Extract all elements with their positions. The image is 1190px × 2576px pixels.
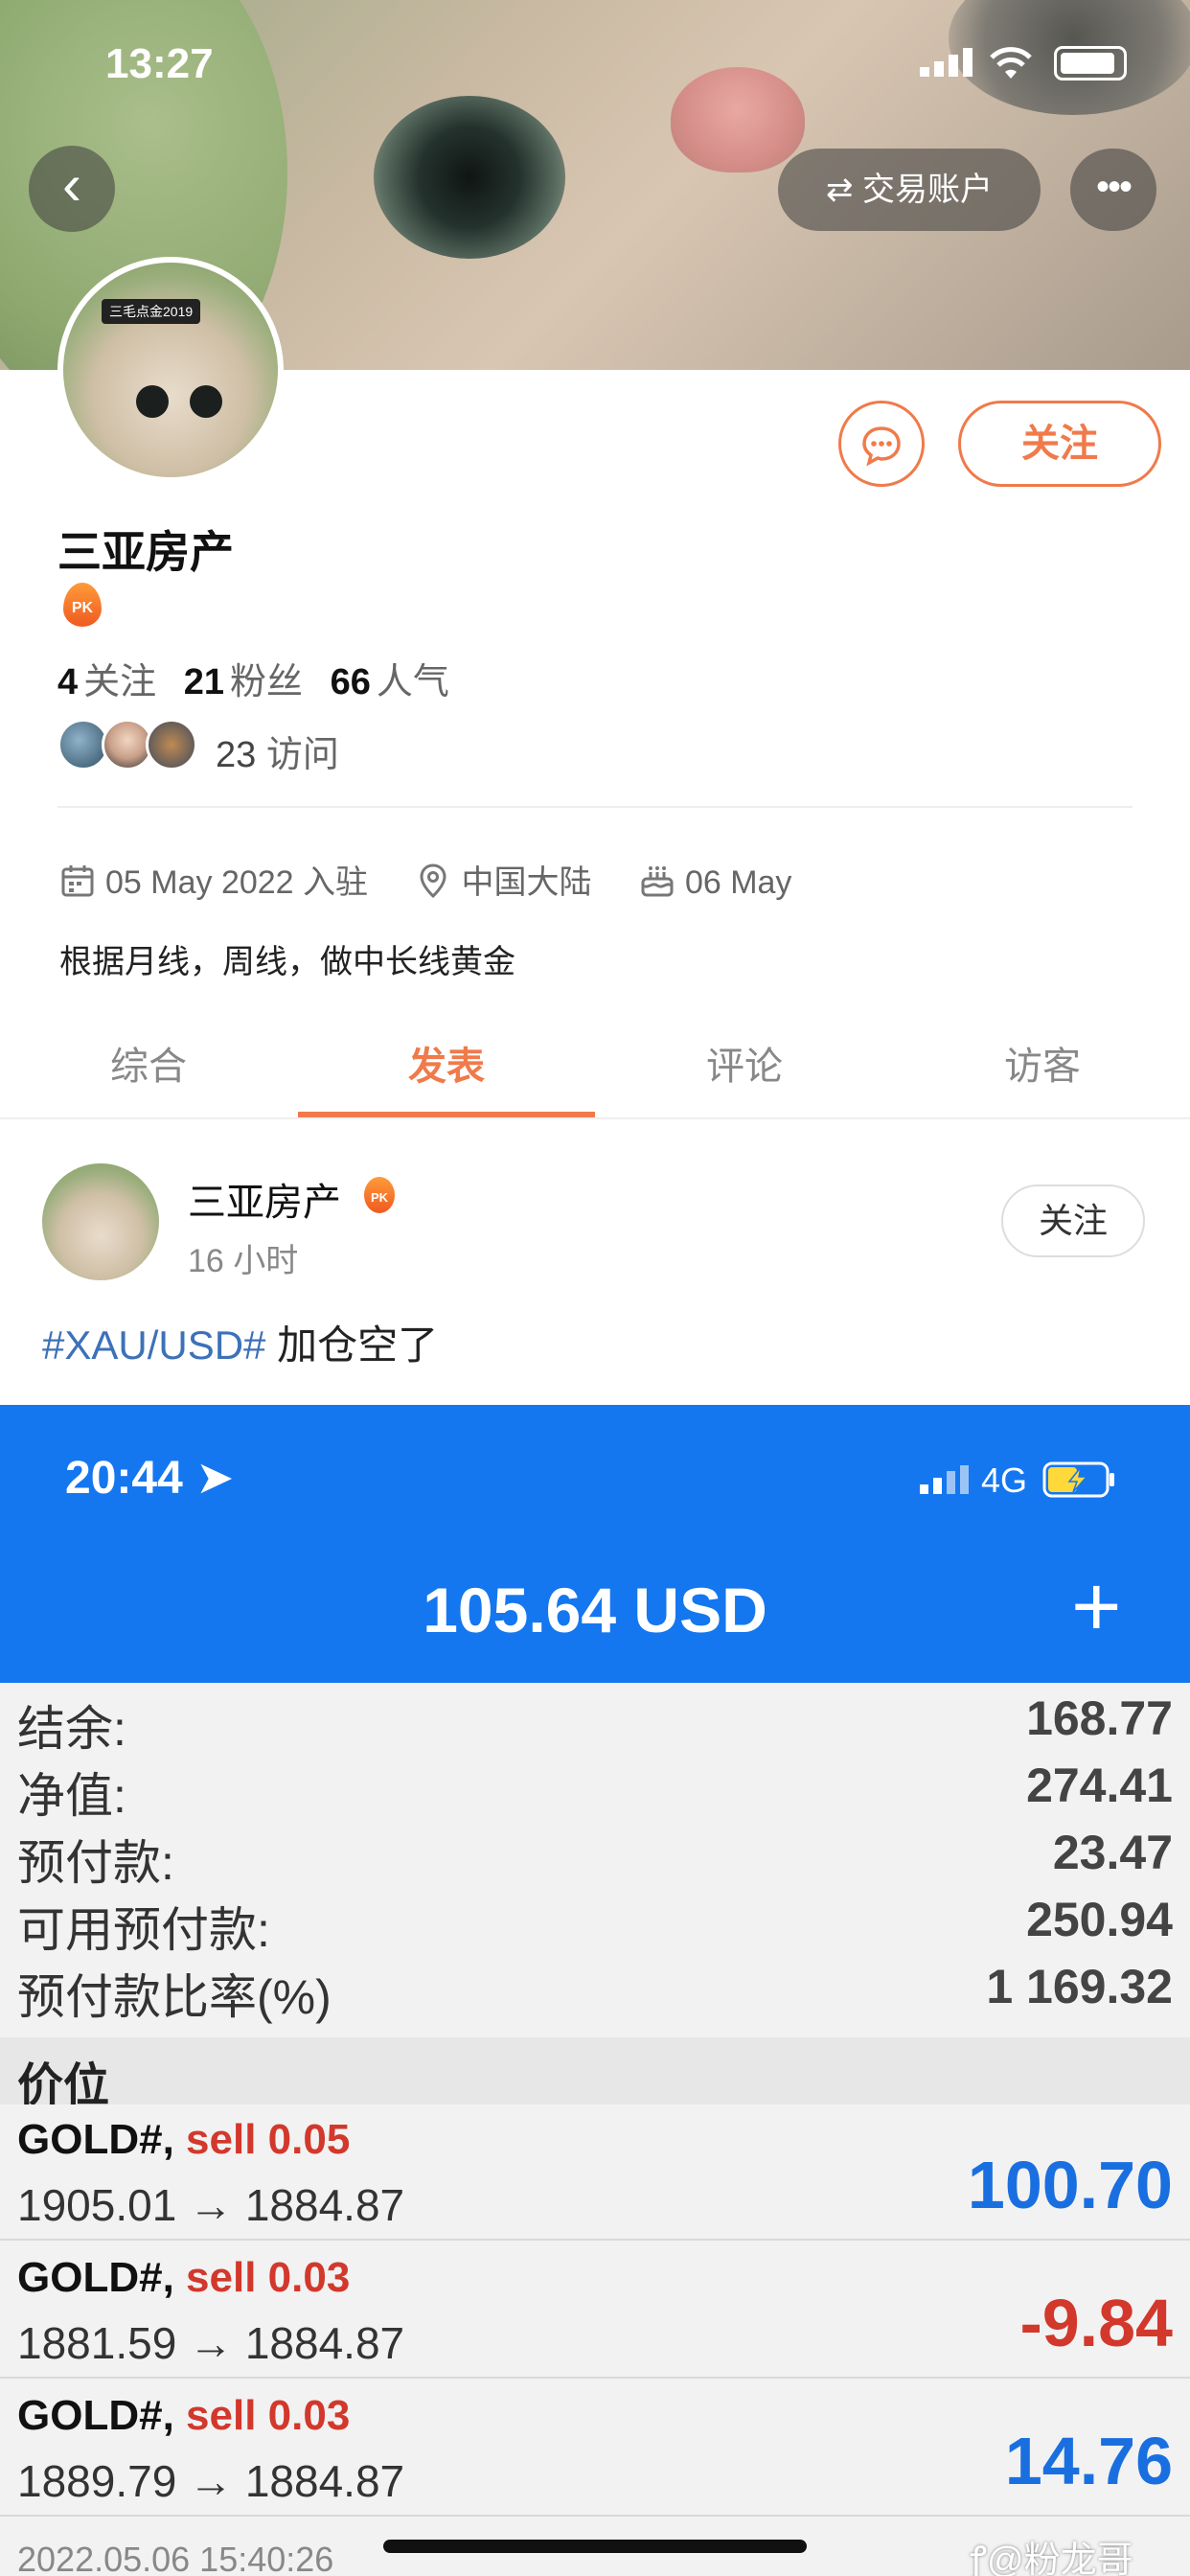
trade-status-network: 4G xyxy=(920,1460,1117,1501)
status-time: 13:27 xyxy=(105,40,214,87)
profile-bio: 根据月线，周线，做中长线黄金 xyxy=(59,944,515,980)
position-symbol: GOLD#, xyxy=(17,2392,174,2439)
follow-button[interactable]: 关注 xyxy=(958,401,1161,487)
birthday-text: 06 May xyxy=(684,864,792,901)
post-text: #XAU/USD# 加仓空了 xyxy=(42,1313,438,1371)
add-order-icon: + xyxy=(1071,1559,1122,1655)
profile-name: 三亚房产 xyxy=(57,527,234,577)
avatar-tag: 三毛点金2019 xyxy=(102,299,201,324)
location-text: 中国大陆 xyxy=(461,864,592,901)
pk-fire-badge-icon: PK xyxy=(364,1177,395,1213)
position-prices: 1881.59 → 1884.87 xyxy=(17,2318,405,2368)
fans-count[interactable]: 21 xyxy=(184,662,224,702)
battery-charging-icon xyxy=(1042,1461,1115,1498)
visits-label: 访问 xyxy=(265,735,339,775)
trade-timestamp: 2022.05.06 15:40:26 xyxy=(17,2540,334,2576)
avatar-image-eye-left xyxy=(136,385,169,418)
position-side: sell 0.03 xyxy=(186,2392,351,2439)
trading-account-button[interactable]: ⇄ 交易账户 xyxy=(778,149,1041,231)
summary-value: 250.94 xyxy=(1026,1893,1173,1946)
active-tab-indicator xyxy=(298,1112,595,1117)
more-options-button[interactable]: ••• xyxy=(1070,149,1156,231)
position-row: GOLD#, sell 0.03 1881.59 → 1884.87 -9.84 xyxy=(0,2242,1190,2379)
network-type: 4G xyxy=(981,1460,1028,1500)
position-profit: -9.84 xyxy=(1019,2286,1173,2360)
position-side: sell 0.05 xyxy=(186,2116,351,2163)
summary-value: 274.41 xyxy=(1026,1759,1173,1812)
position-row: GOLD#, sell 0.03 1889.79 → 1884.87 14.76 xyxy=(0,2380,1190,2517)
position-prices: 1905.01 → 1884.87 xyxy=(17,2180,405,2230)
summary-value: 23.47 xyxy=(1052,1826,1173,1879)
profile-meta: 05 May 2022 入驻 中国大陆 06 May xyxy=(59,856,830,903)
calendar-icon xyxy=(61,865,94,897)
message-button[interactable] xyxy=(838,401,925,487)
summary-row-margin: 预付款: 23.47 xyxy=(0,1817,1190,1890)
cellular-signal-icon xyxy=(920,48,973,77)
summary-value: 1 169.32 xyxy=(986,1960,1173,2013)
birthday-cake-icon xyxy=(641,866,674,897)
home-indicator[interactable] xyxy=(383,2540,807,2553)
hashtag-link[interactable]: #XAU/USD# xyxy=(42,1322,265,1368)
following-label[interactable]: 关注 xyxy=(83,662,156,702)
post-image-trading-screenshot[interactable]: 20:44 ➤ 4G 105.64 USD + 结余: 168.77 净值: 2… xyxy=(0,1405,1190,2576)
summary-value: 168.77 xyxy=(1026,1691,1173,1745)
trade-status-time: 20:44 ➤ xyxy=(65,1453,235,1504)
summary-row-free-margin: 可用预付款: 250.94 xyxy=(0,1884,1190,1957)
joined-date: 05 May 2022 入驻 xyxy=(105,864,369,901)
summary-row-margin-level: 预付款比率(%) 1 169.32 xyxy=(0,1951,1190,2024)
trade-profit-amount: 105.64 USD xyxy=(423,1575,767,1645)
popularity-label: 人气 xyxy=(376,662,449,702)
post-follow-button[interactable]: 关注 xyxy=(1001,1184,1145,1257)
cellular-signal-icon xyxy=(920,1465,969,1494)
fans-label[interactable]: 粉丝 xyxy=(230,662,303,702)
tab-visitors[interactable]: 访客 xyxy=(894,1035,1190,1091)
position-symbol: GOLD#, xyxy=(17,2254,174,2301)
following-count[interactable]: 4 xyxy=(57,662,78,702)
summary-row-equity: 净值: 274.41 xyxy=(0,1750,1190,1823)
positions-section-header: 价位 xyxy=(0,2037,1190,2111)
popularity-count: 66 xyxy=(330,662,371,702)
post-author-name[interactable]: 三亚房产 xyxy=(188,1171,341,1227)
avatar[interactable]: 三毛点金2019 xyxy=(57,257,284,483)
status-bar: 13:27 xyxy=(0,0,1190,125)
position-prices: 1889.79 → 1884.87 xyxy=(17,2456,405,2506)
summary-label: 预付款比率(%) xyxy=(17,1970,332,2024)
back-button[interactable]: ‹ xyxy=(29,146,115,232)
post-timestamp: 16 小时 xyxy=(188,1243,299,1279)
post-body: 加仓空了 xyxy=(265,1322,439,1368)
summary-row-balance: 结余: 168.77 xyxy=(0,1683,1190,1756)
account-summary: 结余: 168.77 净值: 274.41 预付款: 23.47 可用预付款: … xyxy=(0,1683,1190,2024)
position-side: sell 0.03 xyxy=(186,2254,351,2301)
position-symbol: GOLD#, xyxy=(17,2116,174,2163)
visitor-avatar xyxy=(146,719,197,770)
visits-count: 23 xyxy=(216,735,257,775)
watermark: ꝭ@粉龙哥 xyxy=(970,2541,1133,2576)
tab-overview[interactable]: 综合 xyxy=(0,1035,297,1091)
trade-header: 20:44 ➤ 4G 105.64 USD + xyxy=(0,1405,1190,1683)
location-pin-icon xyxy=(420,863,446,899)
tab-posts[interactable]: 发表 xyxy=(298,1035,595,1091)
chat-bubble-icon xyxy=(862,426,901,467)
profile-stats: 4 关注 21 粉丝 66 人气 xyxy=(57,652,467,704)
profile-tabs: 综合 发表 评论 访客 xyxy=(0,1016,1190,1119)
position-profit: 14.76 xyxy=(1004,2424,1173,2498)
battery-icon xyxy=(1054,46,1127,80)
avatar-image-eye-right xyxy=(190,385,222,418)
position-row: GOLD#, sell 0.05 1905.01 → 1884.87 100.7… xyxy=(0,2104,1190,2241)
wifi-icon xyxy=(990,47,1032,79)
position-profit: 100.70 xyxy=(967,2148,1173,2222)
tab-comments[interactable]: 评论 xyxy=(596,1035,893,1091)
divider xyxy=(57,806,1133,808)
post-author-avatar[interactable] xyxy=(42,1163,159,1280)
pk-fire-badge-icon: PK xyxy=(63,583,102,627)
